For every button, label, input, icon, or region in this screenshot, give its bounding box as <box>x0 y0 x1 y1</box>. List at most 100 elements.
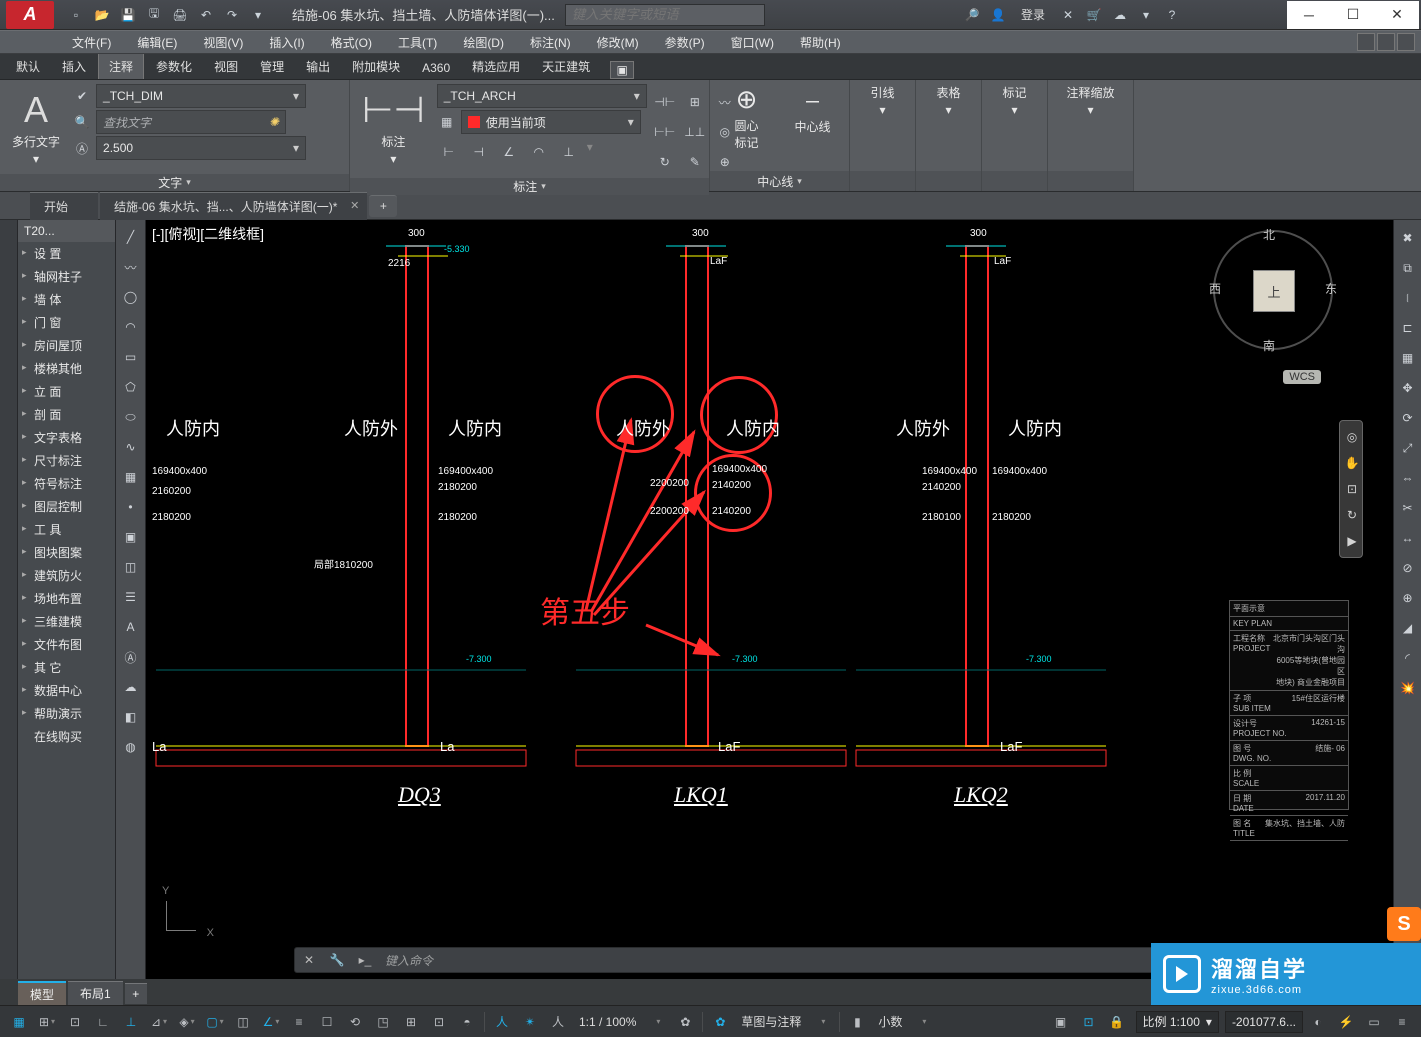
polyline-tool-icon[interactable]: 〰 <box>118 254 144 280</box>
side-item[interactable]: 尺寸标注 <box>18 449 115 472</box>
explode-icon[interactable]: 💥 <box>1396 676 1420 700</box>
annoscale-panel[interactable]: 注释缩放▾ <box>1061 84 1121 117</box>
dim-style-dropdown[interactable]: _TCH_ARCH▾ <box>437 84 647 108</box>
osnap-toggle-icon[interactable]: ▢▾ <box>202 1009 228 1035</box>
side-item[interactable]: 帮助演示 <box>18 702 115 725</box>
menu-draw[interactable]: 绘图(D) <box>451 32 516 53</box>
chamfer-icon[interactable]: ◢ <box>1396 616 1420 640</box>
snap-toggle-icon[interactable]: ⊡ <box>62 1009 88 1035</box>
workspace-icon[interactable]: ✿ <box>707 1009 733 1035</box>
ribbontab-default[interactable]: 默认 <box>6 54 50 79</box>
mark-panel[interactable]: 标记▾ <box>988 84 1041 117</box>
layer-filter-icon[interactable]: ▦ <box>437 112 457 132</box>
stretch-icon[interactable]: ⇔ <box>1396 466 1420 490</box>
doc-minimize-icon[interactable] <box>1357 33 1375 51</box>
ribbontab-tangent[interactable]: 天正建筑 <box>532 54 600 79</box>
polar-toggle-icon[interactable]: ⊿▾ <box>146 1009 172 1035</box>
leader-panel[interactable]: 引线▾ <box>856 84 909 117</box>
find-icon[interactable]: 🔍 <box>72 112 92 132</box>
ws-caret-icon[interactable]: ▾ <box>809 1009 835 1035</box>
side-item[interactable]: 楼梯其他 <box>18 357 115 380</box>
menu-param[interactable]: 参数(P) <box>653 32 717 53</box>
doc-close-icon[interactable] <box>1397 33 1415 51</box>
doctab-close-icon[interactable]: ✕ <box>350 199 359 212</box>
zoom-caret-icon[interactable]: ▾ <box>644 1009 670 1035</box>
grid-toggle-icon[interactable]: ⊞▾ <box>34 1009 60 1035</box>
doctab-add-button[interactable]: + <box>369 195 397 217</box>
ortho-toggle-icon[interactable]: ⊥ <box>118 1009 144 1035</box>
quick-props-icon[interactable]: ▣ <box>1048 1009 1074 1035</box>
maximize-button[interactable]: ☐ <box>1331 1 1375 29</box>
fillet-icon[interactable]: ◜ <box>1396 646 1420 670</box>
isolate-icon[interactable]: ◐ <box>1305 1009 1331 1035</box>
redo-icon[interactable]: ↷ <box>220 3 244 27</box>
ribbontab-featured[interactable]: 精选应用 <box>462 54 530 79</box>
ellipse-tool-icon[interactable]: ⬭ <box>118 404 144 430</box>
menu-insert[interactable]: 插入(I) <box>257 32 316 53</box>
doctab-start[interactable]: 开始 <box>30 192 98 220</box>
copy-icon[interactable]: ⧉ <box>1396 256 1420 280</box>
menu-modify[interactable]: 修改(M) <box>585 32 651 53</box>
coordinate-readout[interactable]: -201077.6... <box>1225 1011 1303 1033</box>
side-item[interactable]: 图块图案 <box>18 541 115 564</box>
cart-icon[interactable]: 🛒 <box>1083 4 1105 26</box>
dim-space-icon[interactable]: ⊞ <box>683 90 707 114</box>
ribbontab-insert[interactable]: 插入 <box>52 54 96 79</box>
plot-icon[interactable]: 🖨 <box>168 3 192 27</box>
abc-check-icon[interactable]: ✔ <box>72 86 92 106</box>
clean-screen-icon[interactable]: ▭ <box>1361 1009 1387 1035</box>
menu-edit[interactable]: 编辑(E) <box>125 32 189 53</box>
new-icon[interactable]: ▫ <box>64 3 88 27</box>
doc-restore-icon[interactable] <box>1377 33 1395 51</box>
annoscale-combo[interactable]: 比例 1:100▾ <box>1136 1011 1219 1033</box>
annoscale-lock-icon[interactable]: 人 <box>489 1009 515 1035</box>
join-icon[interactable]: ⊕ <box>1396 586 1420 610</box>
block-tool-icon[interactable]: ▣ <box>118 524 144 550</box>
saveas-icon[interactable]: 🖫 <box>142 3 166 27</box>
menu-file[interactable]: 文件(F) <box>60 32 123 53</box>
circle-tool-icon[interactable]: ◯ <box>118 284 144 310</box>
ord-dim-icon[interactable]: ⊥ <box>557 140 581 164</box>
side-item[interactable]: 轴网柱子 <box>18 265 115 288</box>
undo-icon[interactable]: ↶ <box>194 3 218 27</box>
line-tool-icon[interactable]: ╱ <box>118 224 144 250</box>
login-button[interactable]: 登录 <box>1013 6 1053 23</box>
cycling-icon[interactable]: ⟲ <box>342 1009 368 1035</box>
lock-ui-icon[interactable]: 🔒 <box>1104 1009 1130 1035</box>
help-search-input[interactable] <box>565 4 765 26</box>
side-item[interactable]: 工 具 <box>18 518 115 541</box>
donut-tool-icon[interactable]: ◍ <box>118 734 144 760</box>
region-tool-icon[interactable]: ◫ <box>118 554 144 580</box>
side-item[interactable]: 立 面 <box>18 380 115 403</box>
dim-break-icon[interactable]: ⊣⊢ <box>653 90 677 114</box>
side-item[interactable]: 门 窗 <box>18 311 115 334</box>
side-item[interactable]: 文件布图 <box>18 633 115 656</box>
rectangle-tool-icon[interactable]: ▭ <box>118 344 144 370</box>
trim-icon[interactable]: ✂ <box>1396 496 1420 520</box>
erase-icon[interactable]: ✖ <box>1396 226 1420 250</box>
save-icon[interactable]: 💾 <box>116 3 140 27</box>
side-item[interactable]: 设 置 <box>18 242 115 265</box>
spline-tool-icon[interactable]: ∿ <box>118 434 144 460</box>
layout-tab-model[interactable]: 模型 <box>18 981 66 1006</box>
arc-dim-icon[interactable]: ◠ <box>527 140 551 164</box>
menu-dim[interactable]: 标注(N) <box>518 32 583 53</box>
text-height-dropdown[interactable]: 2.500▾ <box>96 136 306 160</box>
ribbontab-manage[interactable]: 管理 <box>250 54 294 79</box>
mirror-icon[interactable]: ⧙ <box>1396 286 1420 310</box>
side-item[interactable]: 其 它 <box>18 656 115 679</box>
dim-override-icon[interactable]: ✎ <box>683 150 707 174</box>
panel-title-center[interactable]: 中心线▾ <box>710 171 849 191</box>
otrack-toggle-icon[interactable]: ∠▾ <box>258 1009 284 1035</box>
center-mark-button[interactable]: ⊕ 圆心 标记 <box>717 84 777 151</box>
cmdline-wrench-icon[interactable]: 🔧 <box>323 953 351 967</box>
wipeout-tool-icon[interactable]: ◧ <box>118 704 144 730</box>
qat-more-icon[interactable]: ▾ <box>246 3 270 27</box>
layout-tab-layout1[interactable]: 布局1 <box>68 981 123 1005</box>
offset-icon[interactable]: ⊏ <box>1396 316 1420 340</box>
side-item[interactable]: 图层控制 <box>18 495 115 518</box>
annoscale-icon2[interactable]: ✴ <box>517 1009 543 1035</box>
doctab-drawing[interactable]: 结施-06 集水坑、挡...、人防墙体详图(一)*✕ <box>100 192 367 220</box>
dimension-button[interactable]: ⊢⊣ 标注 ▾ <box>356 84 431 170</box>
layout-tab-add[interactable]: + <box>125 983 147 1004</box>
